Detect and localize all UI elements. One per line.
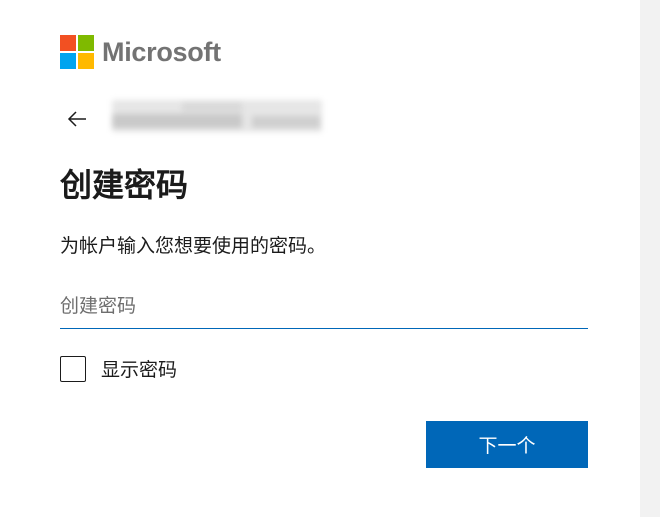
blurred-account-email xyxy=(112,100,322,132)
logo-text: Microsoft xyxy=(102,36,221,67)
signin-card: Microsoft 创建密码 为帐户输入您想要使用的密码。 显示密码 下一个 xyxy=(0,0,640,517)
next-button[interactable]: 下一个 xyxy=(426,421,588,468)
arrow-left-icon[interactable] xyxy=(66,108,88,130)
logo-square-blue xyxy=(60,53,76,69)
back-button[interactable] xyxy=(66,108,88,130)
logo-square-yellow xyxy=(78,53,94,69)
show-password-checkbox[interactable] xyxy=(60,355,86,382)
microsoft-logo: Microsoft xyxy=(60,35,221,69)
show-password-toggle[interactable]: 显示密码 xyxy=(60,355,177,382)
password-input[interactable] xyxy=(60,284,588,329)
description-text: 为帐户输入您想要使用的密码。 xyxy=(60,235,327,257)
logo-square-red xyxy=(60,35,76,51)
show-password-label: 显示密码 xyxy=(101,359,178,381)
logo-square-green xyxy=(78,35,94,51)
page-title: 创建密码 xyxy=(60,166,189,204)
microsoft-logo-icon xyxy=(60,35,94,69)
